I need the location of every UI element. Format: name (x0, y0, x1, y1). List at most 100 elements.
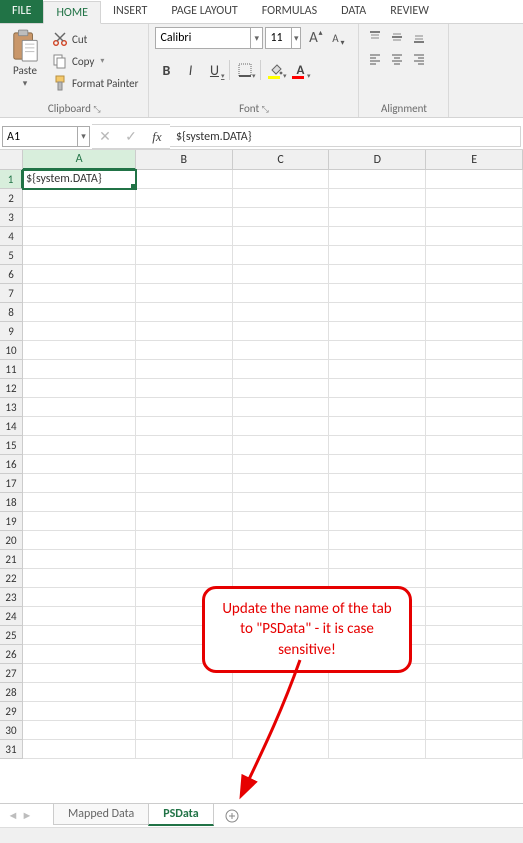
borders-button[interactable]: ▾ (234, 59, 256, 81)
cell-A23[interactable] (23, 588, 136, 607)
cell-B19[interactable] (136, 512, 233, 531)
cell-A12[interactable] (23, 379, 136, 398)
format-painter-button[interactable]: Format Painter (48, 73, 142, 93)
new-sheet-button[interactable] (220, 806, 244, 826)
cell-C2[interactable] (233, 189, 330, 208)
row-header-9[interactable]: 9 (0, 322, 23, 341)
cell-D30[interactable] (329, 721, 426, 740)
cell-D29[interactable] (329, 702, 426, 721)
cell-C17[interactable] (233, 474, 330, 493)
cell-D3[interactable] (329, 208, 426, 227)
cell-D14[interactable] (329, 417, 426, 436)
cell-C18[interactable] (233, 493, 330, 512)
cell-E1[interactable] (426, 170, 523, 189)
cell-A14[interactable] (23, 417, 136, 436)
sheet-tab-psdata[interactable]: PSData (148, 804, 213, 826)
cell-A8[interactable] (23, 303, 136, 322)
cell-B14[interactable] (136, 417, 233, 436)
row-header-22[interactable]: 22 (0, 569, 23, 588)
dialog-launcher-icon[interactable]: ⤡ (93, 104, 100, 115)
sheet-nav-prev-icon[interactable]: ◄ (6, 809, 20, 822)
cell-E28[interactable] (426, 683, 523, 702)
cell-B29[interactable] (136, 702, 233, 721)
cell-C19[interactable] (233, 512, 330, 531)
row-header-3[interactable]: 3 (0, 208, 23, 227)
cell-D9[interactable] (329, 322, 426, 341)
cell-C7[interactable] (233, 284, 330, 303)
row-header-2[interactable]: 2 (0, 189, 23, 208)
cell-A20[interactable] (23, 531, 136, 550)
row-header-26[interactable]: 26 (0, 645, 23, 664)
row-header-25[interactable]: 25 (0, 626, 23, 645)
row-header-4[interactable]: 4 (0, 227, 23, 246)
cell-E24[interactable] (426, 607, 523, 626)
tab-formulas[interactable]: FORMULAS (250, 0, 329, 23)
row-header-17[interactable]: 17 (0, 474, 23, 493)
cell-E7[interactable] (426, 284, 523, 303)
insert-function-button[interactable]: fx (144, 126, 170, 148)
cell-E3[interactable] (426, 208, 523, 227)
row-header-19[interactable]: 19 (0, 512, 23, 531)
formula-content[interactable]: ${system.DATA} (170, 126, 521, 147)
cell-E9[interactable] (426, 322, 523, 341)
cell-B18[interactable] (136, 493, 233, 512)
cell-A13[interactable] (23, 398, 136, 417)
tab-file[interactable]: FILE (0, 0, 43, 23)
italic-button[interactable]: I (179, 59, 201, 81)
cell-E15[interactable] (426, 436, 523, 455)
cell-B11[interactable] (136, 360, 233, 379)
cell-A21[interactable] (23, 550, 136, 569)
row-header-14[interactable]: 14 (0, 417, 23, 436)
row-header-6[interactable]: 6 (0, 265, 23, 284)
font-size-combo[interactable]: ▾ (265, 27, 301, 49)
cell-E17[interactable] (426, 474, 523, 493)
paste-dropdown-icon[interactable]: ▾ (23, 78, 28, 89)
font-color-button[interactable]: A ▾ (289, 59, 311, 81)
tab-insert[interactable]: INSERT (101, 0, 159, 23)
cell-E21[interactable] (426, 550, 523, 569)
align-center-button[interactable] (387, 49, 407, 69)
cell-A3[interactable] (23, 208, 136, 227)
font-size-input[interactable] (266, 31, 291, 45)
cell-E8[interactable] (426, 303, 523, 322)
cell-A4[interactable] (23, 227, 136, 246)
cell-E20[interactable] (426, 531, 523, 550)
copy-button[interactable]: Copy ▾ (48, 51, 142, 71)
cell-D15[interactable] (329, 436, 426, 455)
cell-B9[interactable] (136, 322, 233, 341)
chevron-down-icon[interactable]: ▾ (291, 28, 300, 48)
cell-E26[interactable] (426, 645, 523, 664)
row-header-11[interactable]: 11 (0, 360, 23, 379)
align-top-button[interactable] (365, 27, 385, 47)
cell-E10[interactable] (426, 341, 523, 360)
column-header-c[interactable]: C (233, 150, 330, 170)
cell-C29[interactable] (233, 702, 330, 721)
cell-D7[interactable] (329, 284, 426, 303)
row-header-10[interactable]: 10 (0, 341, 23, 360)
tab-review[interactable]: REVIEW (378, 0, 441, 23)
cell-E25[interactable] (426, 626, 523, 645)
cell-D17[interactable] (329, 474, 426, 493)
cell-D11[interactable] (329, 360, 426, 379)
cell-D18[interactable] (329, 493, 426, 512)
cell-C16[interactable] (233, 455, 330, 474)
cell-E5[interactable] (426, 246, 523, 265)
row-header-27[interactable]: 27 (0, 664, 23, 683)
cell-E12[interactable] (426, 379, 523, 398)
cell-B10[interactable] (136, 341, 233, 360)
name-box[interactable]: ▾ (2, 126, 90, 147)
fill-color-button[interactable]: ▾ (265, 59, 287, 81)
cell-B2[interactable] (136, 189, 233, 208)
row-header-8[interactable]: 8 (0, 303, 23, 322)
cell-A16[interactable] (23, 455, 136, 474)
cell-A17[interactable] (23, 474, 136, 493)
cell-C6[interactable] (233, 265, 330, 284)
cell-B20[interactable] (136, 531, 233, 550)
cut-button[interactable]: Cut (48, 29, 142, 49)
cell-B3[interactable] (136, 208, 233, 227)
chevron-down-icon[interactable]: ▾ (77, 127, 89, 146)
cell-E16[interactable] (426, 455, 523, 474)
cell-A24[interactable] (23, 607, 136, 626)
decrease-font-button[interactable]: A▾ (325, 27, 345, 49)
cell-A19[interactable] (23, 512, 136, 531)
